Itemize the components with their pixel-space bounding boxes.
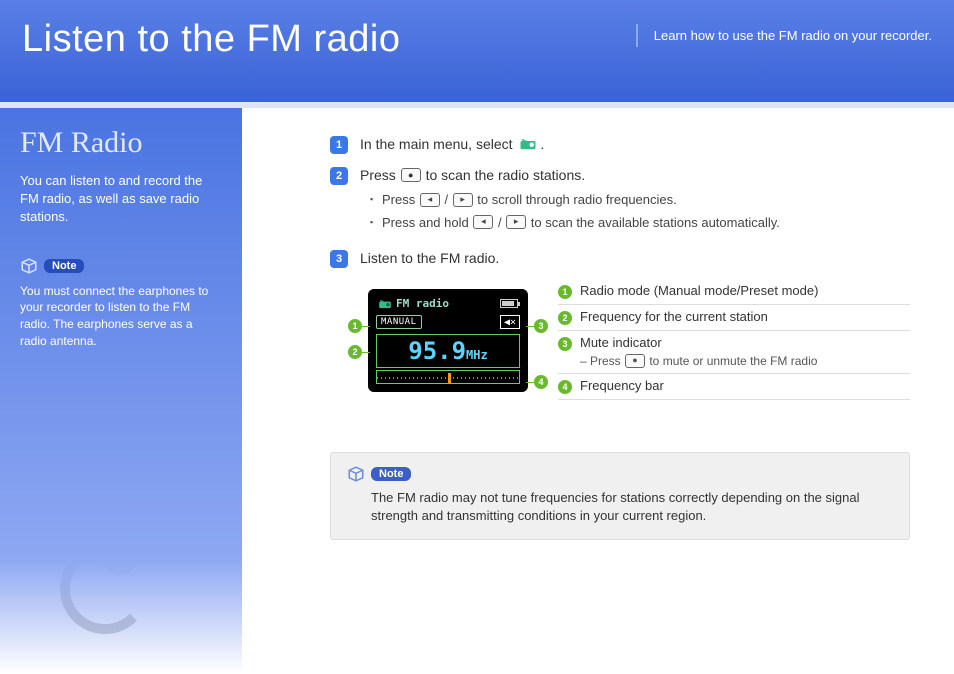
- ok-button-icon: ●: [401, 168, 421, 182]
- sub-bullet: Press and hold ◂ / ▸ to scan the availab…: [370, 213, 910, 233]
- legend-row: 2 Frequency for the current station: [558, 305, 910, 331]
- left-button-icon: ◂: [473, 215, 493, 229]
- legend-table: 1 Radio mode (Manual mode/Preset mode) 2…: [558, 279, 910, 400]
- battery-icon: [500, 299, 518, 308]
- note-cube-icon: [347, 465, 365, 483]
- radio-menu-icon: [517, 136, 539, 152]
- mute-icon: ◀×: [500, 315, 520, 329]
- note-body: The FM radio may not tune frequencies fo…: [347, 489, 893, 525]
- step-number: 3: [330, 250, 348, 268]
- callout-3: 3: [534, 319, 548, 333]
- legend-row: 3 Mute indicator – Press ● to mute or un…: [558, 331, 910, 374]
- sidebar: FM Radio You can listen to and record th…: [0, 108, 242, 674]
- step-number: 1: [330, 136, 348, 154]
- legend-row: 4 Frequency bar: [558, 374, 910, 400]
- legend-row: 1 Radio mode (Manual mode/Preset mode): [558, 279, 910, 305]
- callout-4: 4: [534, 375, 548, 389]
- step-text: In the main menu, select: [360, 136, 516, 152]
- frequency-bar: [376, 370, 520, 384]
- right-button-icon: ▸: [506, 215, 526, 229]
- ok-button-icon: ●: [625, 354, 645, 368]
- note-cube-icon: [20, 257, 38, 275]
- device-title: FM radio: [396, 297, 496, 310]
- device-frequency: 95.9MHz: [376, 334, 520, 368]
- step-number: 2: [330, 167, 348, 185]
- note-label: Note: [44, 259, 84, 273]
- step-text: Press: [360, 167, 400, 183]
- device-mode: MANUAL: [376, 315, 422, 329]
- note-box: Note The FM radio may not tune frequenci…: [330, 452, 910, 540]
- left-button-icon: ◂: [420, 193, 440, 207]
- sub-bullet: Press ◂ / ▸ to scroll through radio freq…: [370, 190, 910, 210]
- sidebar-title: FM Radio: [20, 126, 222, 160]
- device-figure: 1 2 3 4 FM radio MANUAL ◀×: [358, 279, 538, 402]
- note-label: Note: [371, 467, 411, 481]
- step-2: 2 Press ● to scan the radio stations. Pr…: [330, 165, 910, 238]
- step-1: 1 In the main menu, select .: [330, 134, 910, 155]
- page-title: Listen to the FM radio: [22, 18, 401, 61]
- step-text: Listen to the FM radio.: [360, 250, 499, 266]
- sidebar-desc: You can listen to and record the FM radi…: [20, 172, 222, 227]
- sidebar-note: Note You must connect the earphones to y…: [20, 257, 222, 350]
- main-content: 1 In the main menu, select . 2 Press ● t…: [242, 108, 954, 674]
- page-header: Listen to the FM radio Learn how to use …: [0, 0, 954, 102]
- step-3: 3 Listen to the FM radio.: [330, 248, 910, 269]
- sidebar-note-body: You must connect the earphones to your r…: [20, 283, 222, 350]
- right-button-icon: ▸: [453, 193, 473, 207]
- radio-icon: [378, 298, 392, 310]
- page-subtitle: Learn how to use the FM radio on your re…: [636, 24, 932, 47]
